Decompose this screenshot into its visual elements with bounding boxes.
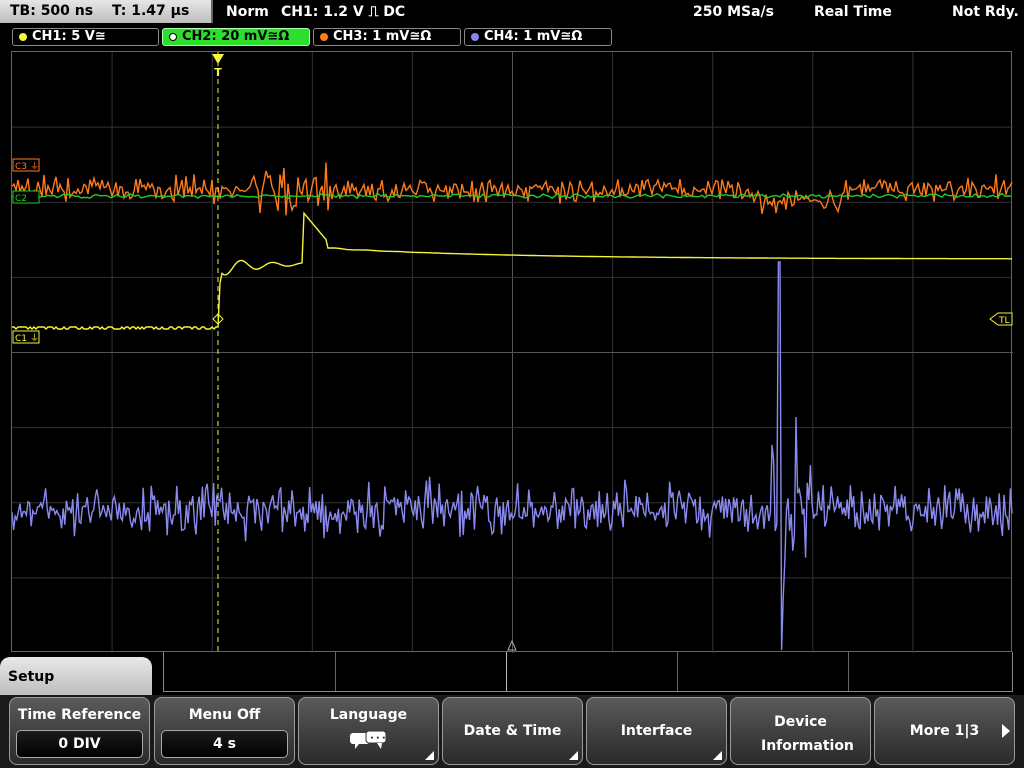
mini-grid-line [848, 652, 849, 691]
date-time-label: Date & Time [463, 723, 562, 739]
more-label: More 1|3 [909, 723, 980, 739]
time-reference-label: Time Reference [17, 707, 142, 723]
trigger-marker[interactable]: T [212, 54, 224, 79]
channel-4-dot-icon [471, 32, 479, 41]
waveform-svg: T C3 ⏚ C2 C1 ⏚ TL [11, 52, 1013, 653]
ch3-marker-label: C3 [15, 162, 27, 172]
mini-grid-line [677, 652, 678, 691]
interface-softkey[interactable]: Interface [586, 697, 727, 765]
channel-3-label: CH3: 1 mV≅Ω [333, 29, 432, 44]
ground-icon: ⏚ [30, 333, 39, 344]
softkey-bar: Time Reference 0 DIV Menu Off 4 s Langua… [0, 695, 1024, 768]
svg-text:• • •: • • • [370, 735, 386, 742]
ch2-marker-label: C2 [15, 194, 27, 204]
submenu-indicator-icon [713, 751, 722, 760]
language-label: Language [329, 707, 408, 723]
channel-3-button[interactable]: CH3: 1 mV≅Ω [313, 28, 461, 46]
interface-label: Interface [620, 723, 693, 739]
timebase-box[interactable]: TB: 500 ns T: 1.47 µs [0, 0, 213, 23]
device-information-softkey[interactable]: Device Information [730, 697, 871, 765]
waveform-display[interactable]: T C3 ⏚ C2 C1 ⏚ TL [11, 51, 1013, 653]
timebase-label: TB: 500 ns [10, 3, 94, 19]
more-softkey[interactable]: More 1|3 [874, 697, 1015, 765]
submenu-indicator-icon [569, 751, 578, 760]
channel-3-dot-icon [320, 32, 328, 41]
channel-1-dot-icon [19, 32, 27, 41]
trigger-marker-label: T [214, 66, 222, 79]
mini-grid-line [506, 652, 507, 691]
acquisition-mode: Real Time [814, 4, 892, 20]
ch1-offset-marker[interactable]: C1 ⏚ [12, 330, 40, 344]
sample-rate: 250 MSa/s [693, 4, 775, 20]
trigger-mode[interactable]: Norm [226, 0, 269, 24]
date-time-softkey[interactable]: Date & Time [442, 697, 583, 765]
speech-bubbles-icon: • • • [350, 730, 387, 749]
channel-1-button[interactable]: CH1: 5 V≅ [12, 28, 159, 46]
ground-icon: ⏚ [30, 161, 39, 172]
submenu-indicator-icon [425, 751, 434, 760]
trigger-time-label: T: 1.47 µs [111, 3, 190, 19]
channel-1-label: CH1: 5 V≅ [32, 29, 106, 44]
acquisition-state: Not Rdy. [952, 4, 1019, 20]
trigger-setting[interactable]: CH1: 1.2 V ⎍ DC [281, 0, 405, 24]
channel-4-label: CH4: 1 mV≅Ω [484, 29, 583, 44]
channel-bar: CH1: 5 V≅ CH2: 20 mV≅Ω CH3: 1 mV≅Ω CH4: … [0, 26, 1024, 48]
ch1-marker-label: C1 [15, 334, 27, 344]
channel-2-dot-icon [169, 32, 177, 41]
trigger-level-marker[interactable]: TL [989, 312, 1013, 326]
menu-off-label: Menu Off [188, 707, 261, 723]
ch2-offset-marker[interactable]: C2 [12, 190, 40, 204]
channel-2-label: CH2: 20 mV≅Ω [182, 29, 290, 44]
channel-4-button[interactable]: CH4: 1 mV≅Ω [464, 28, 612, 46]
channel-2-button[interactable]: CH2: 20 mV≅Ω [162, 28, 310, 46]
menu-title-tab: Setup [0, 657, 152, 697]
graticule [12, 52, 1013, 653]
menu-off-softkey[interactable]: Menu Off 4 s [154, 697, 295, 765]
menu-off-value: 4 s [161, 730, 288, 758]
time-reference-value: 0 DIV [16, 730, 143, 758]
status-bar: TB: 500 ns T: 1.47 µs Norm CH1: 1.2 V ⎍ … [0, 0, 1024, 24]
trigger-level-label: TL [998, 316, 1010, 326]
language-softkey[interactable]: Language • • • [298, 697, 439, 765]
device-information-label: Device Information [761, 714, 854, 754]
ch3-offset-marker[interactable]: C3 ⏚ [12, 158, 40, 172]
time-reference-softkey[interactable]: Time Reference 0 DIV [9, 697, 150, 765]
next-page-arrow-icon [1002, 724, 1010, 738]
mini-grid-line [335, 652, 336, 691]
mini-graticule [163, 652, 1013, 692]
